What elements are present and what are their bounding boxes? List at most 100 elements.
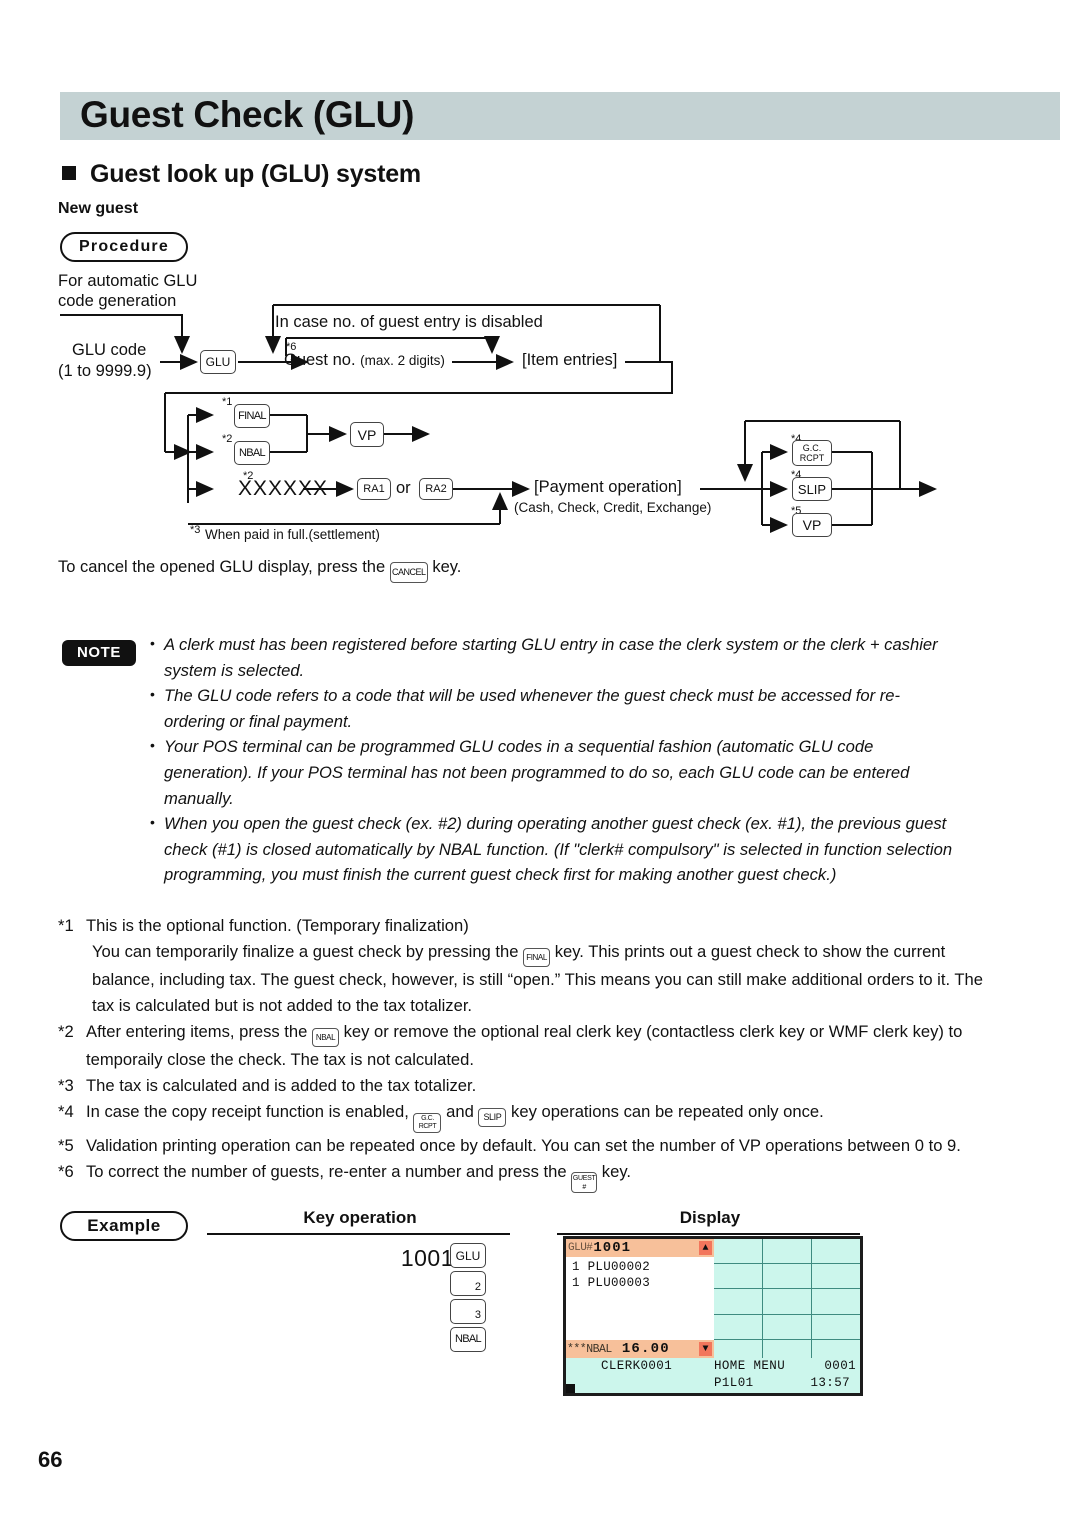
payment-methods-label: (Cash, Check, Credit, Exchange)	[514, 500, 712, 515]
key-operation-header: Key operation	[303, 1208, 417, 1227]
lcd-nbal-amount: 16.00	[621, 1341, 670, 1357]
key-guest-line1: GUEST	[572, 1174, 596, 1182]
key-ra1[interactable]: RA1	[357, 478, 391, 500]
key-final[interactable]: FINAL	[234, 404, 270, 428]
cancel-text-before: To cancel the opened GLU display, press …	[58, 558, 386, 576]
lcd-grid-cell[interactable]	[714, 1289, 762, 1314]
lcd-item-row: 1 PLU00002	[572, 1260, 651, 1274]
lcd-grid-cell[interactable]	[763, 1239, 811, 1264]
key-operation-sequence: 1001 GLU 2 3 NBAL	[350, 1243, 510, 1363]
auto-glu-label-line2: code generation	[58, 292, 177, 310]
key-nbal[interactable]: NBAL	[234, 441, 270, 465]
display-rule	[557, 1233, 860, 1235]
lcd-grid-cell[interactable]	[812, 1264, 860, 1289]
key-gc-rcpt-inline[interactable]: G.C. RCPT	[413, 1112, 442, 1133]
lcd-status-row-2: P1L01 13:57	[566, 1376, 860, 1393]
key-ra2[interactable]: RA2	[419, 478, 453, 500]
example-key-3[interactable]: 3	[450, 1299, 486, 1324]
lcd-grid-cell[interactable]	[763, 1264, 811, 1289]
lcd-grid-cell[interactable]	[763, 1289, 811, 1314]
key-final-inline[interactable]: FINAL	[523, 948, 551, 968]
guest-no-text: Guest no.	[284, 351, 356, 369]
glu-code-label-line2: (1 to 9999.9)	[58, 362, 152, 380]
key-vp-left[interactable]: VP	[350, 422, 384, 447]
lcd-menu-name: HOME MENU	[714, 1359, 786, 1373]
footnote-1-part-a: This is the optional function. (Temporar…	[86, 916, 469, 935]
key-slip-inline[interactable]: SLIP	[478, 1107, 507, 1127]
lcd-grid-cell[interactable]	[812, 1289, 860, 1314]
item-entries-label: [Item entries]	[522, 351, 618, 369]
lcd-glu-title-bar: GLU# 1001 ▲	[566, 1239, 714, 1257]
key-guest-num-inline[interactable]: GUEST #	[571, 1172, 598, 1194]
footnote-3-text: The tax is calculated and is added to th…	[86, 1076, 477, 1096]
footnote-5-marker: *5	[58, 1135, 74, 1155]
lcd-grid-cell[interactable]	[714, 1239, 762, 1264]
footnote-6-part-a: To correct the number of guests, re-ente…	[86, 1161, 567, 1181]
final-footnote-ref: *1	[222, 396, 233, 408]
key-gc-rcpt-line1: G.C.	[802, 443, 822, 453]
footnote-5-text: Validation printing operation can be rep…	[86, 1135, 961, 1155]
key-slip[interactable]: SLIP	[792, 477, 832, 501]
footnote-6: *6 To correct the number of guests, re-e…	[58, 1159, 988, 1194]
settlement-footnote-ref: *3	[190, 524, 201, 536]
key-gc-rcpt[interactable]: G.C. RCPT	[792, 440, 832, 466]
key-gc-rcpt-inline-line2: RCPT	[418, 1122, 437, 1130]
footnote-4-part-b: and	[446, 1101, 474, 1121]
lcd-page-level: P1L01	[714, 1376, 754, 1390]
footnote-list: *1 This is the optional function. (Tempo…	[58, 913, 988, 1194]
key-glu[interactable]: GLU	[200, 350, 236, 374]
lcd-grid-cell[interactable]	[763, 1314, 811, 1339]
lcd-status-bar: CLERK0001 HOME MENU 0001 P1L01 13:57	[566, 1358, 860, 1393]
settlement-label: When paid in full.(settlement)	[205, 527, 380, 542]
footnote-6-marker: *6	[58, 1161, 74, 1181]
footnote-6-part-b: key.	[601, 1161, 631, 1181]
lcd-item-row: 1 PLU00003	[572, 1276, 651, 1290]
lcd-status-row-1: CLERK0001 HOME MENU 0001	[566, 1359, 860, 1376]
cancel-text-after: key.	[432, 558, 462, 576]
footnote-4-part-a: In case the copy receipt function is ena…	[86, 1101, 409, 1121]
guest-no-suffix: (max. 2 digits)	[360, 353, 445, 368]
footnote-2: *2 After entering items, press the NBAL …	[58, 1019, 988, 1073]
example-key-glu[interactable]: GLU	[450, 1243, 486, 1268]
lcd-register-number: 0001	[824, 1359, 856, 1373]
procedure-flow-diagram: For automatic GLU code generation GLU co…	[0, 0, 1080, 600]
note-badge: NOTE	[62, 640, 136, 666]
display-header: Display	[679, 1208, 741, 1227]
example-key-2[interactable]: 2	[450, 1271, 486, 1296]
auto-glu-label-line1: For automatic GLU	[58, 272, 198, 290]
or-label: or	[396, 479, 411, 497]
example-badge: Example	[60, 1211, 188, 1241]
footnote-5: *5 Validation printing operation can be …	[58, 1133, 988, 1159]
scroll-up-icon[interactable]: ▲	[699, 1241, 712, 1255]
manual-page: Guest Check (GLU) Guest look up (GLU) sy…	[0, 0, 1080, 1526]
key-cancel[interactable]: CANCEL	[389, 562, 428, 583]
key-vp-right[interactable]: VP	[792, 513, 832, 537]
footnote-2-part-a: After entering items, press the	[86, 1021, 308, 1041]
key-gc-rcpt-inline-line1: G.C.	[421, 1114, 434, 1122]
key-gc-rcpt-line2: RCPT	[799, 453, 825, 463]
key-guest-line2: #	[582, 1183, 586, 1191]
example-entry-number: 1001	[400, 1245, 454, 1271]
guest-entry-disabled-label: In case no. of guest entry is disabled	[275, 313, 543, 331]
nbal-footnote-ref: *2	[222, 433, 233, 445]
footnote-4-part-c: key operations can be repeated only once…	[511, 1101, 824, 1121]
scroll-down-icon[interactable]: ▼	[699, 1342, 712, 1356]
lcd-nbal-bar: ***NBAL 16.00 ▼	[566, 1340, 714, 1358]
page-number: 66	[38, 1447, 63, 1472]
footnote-4-marker: *4	[58, 1101, 74, 1121]
lcd-grid-cell[interactable]	[714, 1314, 762, 1339]
lcd-item-list: 1 PLU00002 1 PLU00003	[572, 1259, 712, 1291]
payment-operation-label: [Payment operation]	[534, 478, 682, 496]
key-operation-rule	[207, 1233, 510, 1235]
lcd-grid-cell[interactable]	[714, 1264, 762, 1289]
key-nbal-inline[interactable]: NBAL	[311, 1028, 339, 1048]
lcd-nbal-label: ***NBAL	[567, 1342, 612, 1356]
lcd-grid-cell[interactable]	[812, 1314, 860, 1339]
lcd-grid-cell[interactable]	[812, 1239, 860, 1264]
lcd-glu-label: GLU#	[568, 1242, 593, 1254]
example-key-nbal[interactable]: NBAL	[450, 1327, 486, 1352]
footnote-3-marker: *3	[58, 1076, 74, 1096]
pos-display-screen: GLU# 1001 ▲ 1 PLU00002 1 PLU00003 ***NBA…	[563, 1236, 863, 1396]
lcd-time: 13:57	[810, 1376, 850, 1390]
note-list: A clerk must has been registered before …	[150, 631, 960, 888]
